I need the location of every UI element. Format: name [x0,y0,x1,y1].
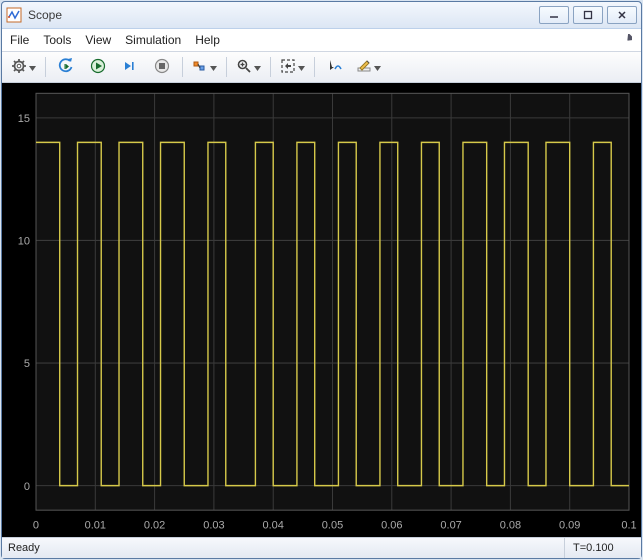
window-controls [539,6,637,24]
run-button[interactable] [84,55,112,79]
menu-simulation[interactable]: Simulation [125,33,181,47]
fit-to-view-button[interactable] [277,55,308,79]
svg-text:15: 15 [18,113,30,125]
separator [45,57,46,77]
trigger-button[interactable] [189,55,220,79]
measurements-button[interactable] [353,55,384,79]
svg-text:0: 0 [24,481,30,493]
separator [270,57,271,77]
separator [314,57,315,77]
chevron-down-icon [374,60,381,74]
cursor-measure-button[interactable] [321,55,349,79]
menu-help[interactable]: Help [195,33,220,47]
stop-button[interactable] [148,55,176,79]
run-icon [90,58,106,77]
window-title: Scope [28,8,62,22]
zoom-button[interactable] [233,55,264,79]
cursor-measure-icon [327,58,343,77]
scope-plot[interactable]: 0 0.01 0.02 0.03 0.04 0.05 0.06 0.07 0.08 0.09 0.1… [2,83,641,537]
svg-text:0.02: 0.02 [144,520,165,532]
step-forward-icon [122,58,138,77]
step-back-button[interactable] [52,55,80,79]
scope-window: Scope File Tools View Simulation Help [1,1,642,559]
highlight-icon [192,58,208,77]
svg-text:0.08: 0.08 [500,520,521,532]
svg-text:0.09: 0.09 [559,520,580,532]
step-back-icon [58,58,74,77]
separator [182,57,183,77]
chevron-down-icon [254,60,261,74]
edit-icon [356,58,372,77]
svg-text:0: 0 [33,520,39,532]
show-toolbar-icon[interactable] [619,32,635,46]
status-text: Ready [2,542,564,554]
config-button[interactable] [8,55,39,79]
zoom-icon [236,58,252,77]
maximize-button[interactable] [573,6,603,24]
svg-text:0.07: 0.07 [440,520,461,532]
minimize-button[interactable] [539,6,569,24]
svg-text:5: 5 [24,358,30,370]
app-icon [6,7,22,23]
close-button[interactable] [607,6,637,24]
statusbar: Ready T=0.100 [2,537,641,558]
svg-text:0.04: 0.04 [263,520,284,532]
toolbar [2,52,641,83]
gear-icon [11,58,27,77]
svg-text:0.1: 0.1 [621,520,636,532]
stop-icon [154,58,170,77]
titlebar: Scope [2,2,641,29]
menu-view[interactable]: View [85,33,111,47]
chevron-down-icon [210,60,217,74]
chevron-down-icon [29,60,36,74]
svg-text:10: 10 [18,235,30,247]
sim-time-text: T=0.100 [564,538,641,558]
chevron-down-icon [298,60,305,74]
separator [226,57,227,77]
svg-text:0.01: 0.01 [85,520,106,532]
fit-to-view-icon [280,58,296,77]
svg-text:0.06: 0.06 [381,520,402,532]
menu-tools[interactable]: Tools [43,33,71,47]
svg-text:0.03: 0.03 [203,520,224,532]
step-forward-button[interactable] [116,55,144,79]
menu-file[interactable]: File [10,33,29,47]
svg-text:0.05: 0.05 [322,520,343,532]
menubar: File Tools View Simulation Help [2,29,641,52]
